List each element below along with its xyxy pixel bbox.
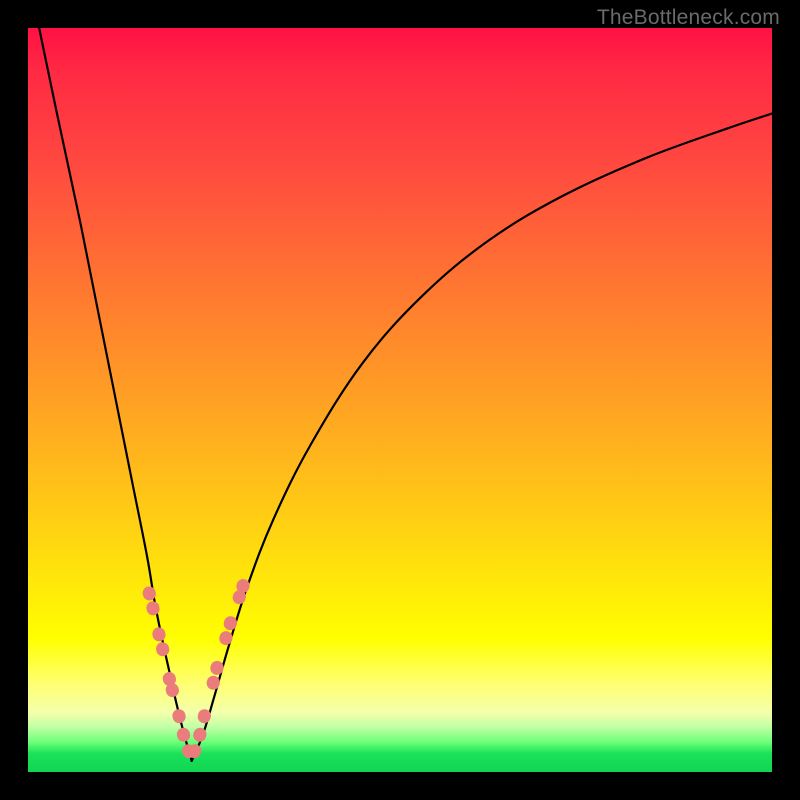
curve-svg bbox=[28, 28, 772, 772]
highlight-dot bbox=[155, 641, 171, 658]
plot-area bbox=[28, 28, 772, 772]
highlight-dots-group bbox=[141, 577, 251, 760]
curve-right-branch bbox=[192, 114, 772, 761]
watermark-text: TheBottleneck.com bbox=[597, 6, 780, 30]
highlight-dot bbox=[218, 630, 234, 647]
highlight-dot bbox=[175, 726, 191, 743]
highlight-dot bbox=[171, 708, 187, 725]
highlight-dot bbox=[209, 659, 225, 676]
highlight-dot bbox=[151, 626, 167, 643]
chart-frame: TheBottleneck.com bbox=[0, 0, 800, 800]
highlight-dot bbox=[145, 600, 161, 617]
